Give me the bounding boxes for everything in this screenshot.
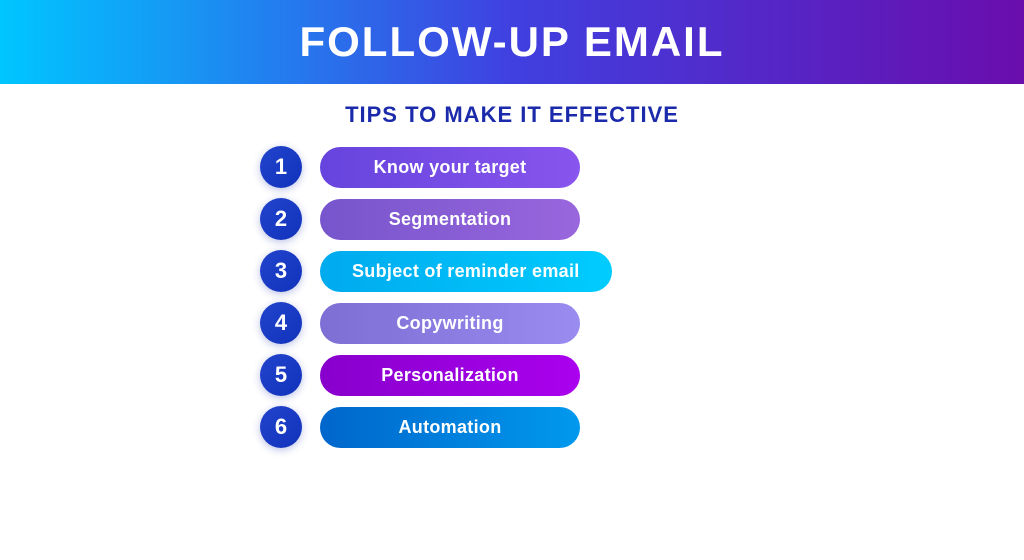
tip-label: Segmentation bbox=[320, 199, 580, 240]
tip-number: 2 bbox=[260, 198, 302, 240]
tip-label: Copywriting bbox=[320, 303, 580, 344]
tip-row: 1 Know your target bbox=[260, 146, 580, 188]
tip-number: 6 bbox=[260, 406, 302, 448]
header-title: FOLLOW-UP EMAIL bbox=[0, 18, 1024, 66]
tip-number: 1 bbox=[260, 146, 302, 188]
tip-row: 3 Subject of reminder email bbox=[260, 250, 612, 292]
subtitle: TIPS TO MAKE IT EFFECTIVE bbox=[345, 102, 679, 128]
tip-row: 2 Segmentation bbox=[260, 198, 580, 240]
tip-number: 4 bbox=[260, 302, 302, 344]
page-wrapper: FOLLOW-UP EMAIL TIPS TO MAKE IT EFFECTIV… bbox=[0, 0, 1024, 560]
tip-label: Subject of reminder email bbox=[320, 251, 612, 292]
tip-label: Automation bbox=[320, 407, 580, 448]
tip-row: 5 Personalization bbox=[260, 354, 580, 396]
tip-number: 5 bbox=[260, 354, 302, 396]
tip-number: 3 bbox=[260, 250, 302, 292]
tip-label: Personalization bbox=[320, 355, 580, 396]
tip-label: Know your target bbox=[320, 147, 580, 188]
tip-row: 6 Automation bbox=[260, 406, 580, 448]
header-banner: FOLLOW-UP EMAIL bbox=[0, 0, 1024, 84]
tip-row: 4 Copywriting bbox=[260, 302, 580, 344]
tips-list: 1 Know your target 2 Segmentation 3 Subject o… bbox=[0, 146, 1024, 448]
